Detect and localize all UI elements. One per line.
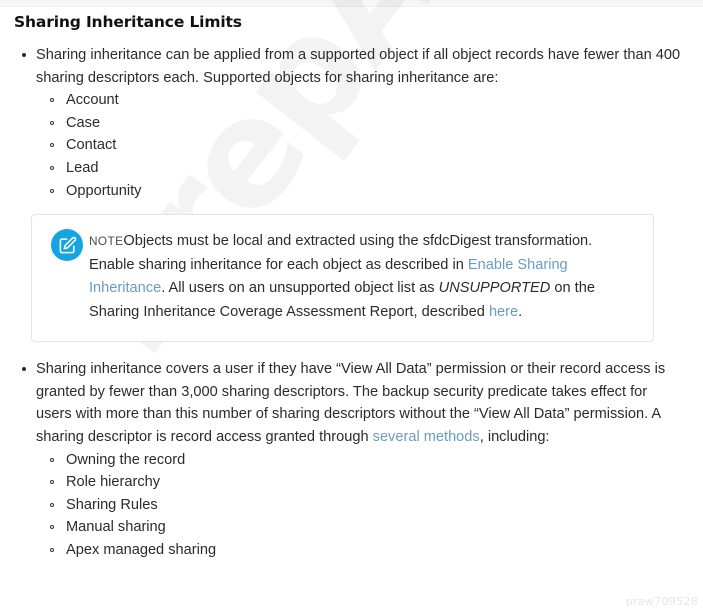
page-title: Sharing Inheritance Limits: [14, 13, 242, 31]
link-several-methods[interactable]: several methods: [373, 429, 480, 445]
list-item-label: Manual sharing: [66, 519, 166, 536]
supported-objects-list: Account Case Contact Lead Opportunity: [36, 89, 681, 202]
bullet-dot-icon: [22, 52, 26, 57]
note-body: NOTEObjects must be local and extracted …: [89, 230, 637, 324]
note-segment-2: . All users on an unsupported object lis…: [161, 280, 439, 297]
link-here[interactable]: here: [489, 304, 518, 320]
list-item-role-hierarchy: Role hierarchy: [36, 471, 681, 494]
circle-bullet-icon: [50, 525, 54, 530]
bullet-list-secondary: Sharing inheritance covers a user if the…: [14, 358, 681, 561]
list-item-sharing-rules: Sharing Rules: [36, 494, 681, 517]
circle-bullet-icon: [50, 188, 54, 193]
list-item-label: Owning the record: [66, 451, 186, 468]
list-item-lead: Lead: [36, 157, 681, 180]
list-item-label: Apex managed sharing: [66, 541, 217, 558]
bullet-text: Sharing inheritance can be applied from …: [36, 47, 681, 86]
note-emphasis-unsupported: UNSUPPORTED: [438, 280, 551, 297]
bullet-dot-icon: [22, 366, 26, 371]
note-segment-4: .: [518, 303, 523, 320]
note-callout: NOTEObjects must be local and extracted …: [31, 214, 654, 343]
bullet-list-primary: Sharing inheritance can be applied from …: [14, 44, 681, 202]
list-item-label: Contact: [66, 137, 117, 154]
list-item-label: Opportunity: [66, 182, 142, 199]
circle-bullet-icon: [50, 143, 54, 148]
sharing-descriptor-methods-list: Owning the record Role hierarchy Sharing…: [36, 449, 681, 562]
bullet2-segment-2: , including:: [479, 428, 550, 445]
list-item-owning-the-record: Owning the record: [36, 449, 681, 472]
corner-id-watermark: praw709528: [625, 595, 698, 608]
list-item-manual-sharing: Manual sharing: [36, 516, 681, 539]
note-edit-icon: [51, 229, 83, 262]
list-item-opportunity: Opportunity: [36, 180, 681, 203]
circle-bullet-icon: [50, 502, 54, 507]
bullet2-segment-1: Sharing inheritance covers a user if the…: [36, 361, 666, 445]
list-item-apex-managed-sharing: Apex managed sharing: [36, 539, 681, 562]
circle-bullet-icon: [50, 457, 54, 462]
list-item-label: Role hierarchy: [66, 474, 161, 491]
circle-bullet-icon: [50, 98, 54, 103]
circle-bullet-icon: [50, 120, 54, 125]
list-item-label: Account: [66, 92, 119, 109]
note-label: NOTE: [89, 234, 124, 249]
bullet-item-sharing-inheritance-applied: Sharing inheritance can be applied from …: [14, 44, 681, 202]
list-item-label: Lead: [66, 159, 99, 176]
circle-bullet-icon: [50, 165, 54, 170]
list-item-account: Account: [36, 89, 681, 112]
list-item-case: Case: [36, 112, 681, 135]
list-item-label: Sharing Rules: [66, 496, 158, 513]
list-item-label: Case: [66, 114, 101, 131]
circle-bullet-icon: [50, 547, 54, 552]
document-content: Sharing Inheritance Limits Sharing inher…: [0, 0, 703, 562]
bullet-item-sharing-inheritance-coverage: Sharing inheritance covers a user if the…: [14, 358, 681, 561]
circle-bullet-icon: [50, 480, 54, 485]
list-item-contact: Contact: [36, 134, 681, 157]
